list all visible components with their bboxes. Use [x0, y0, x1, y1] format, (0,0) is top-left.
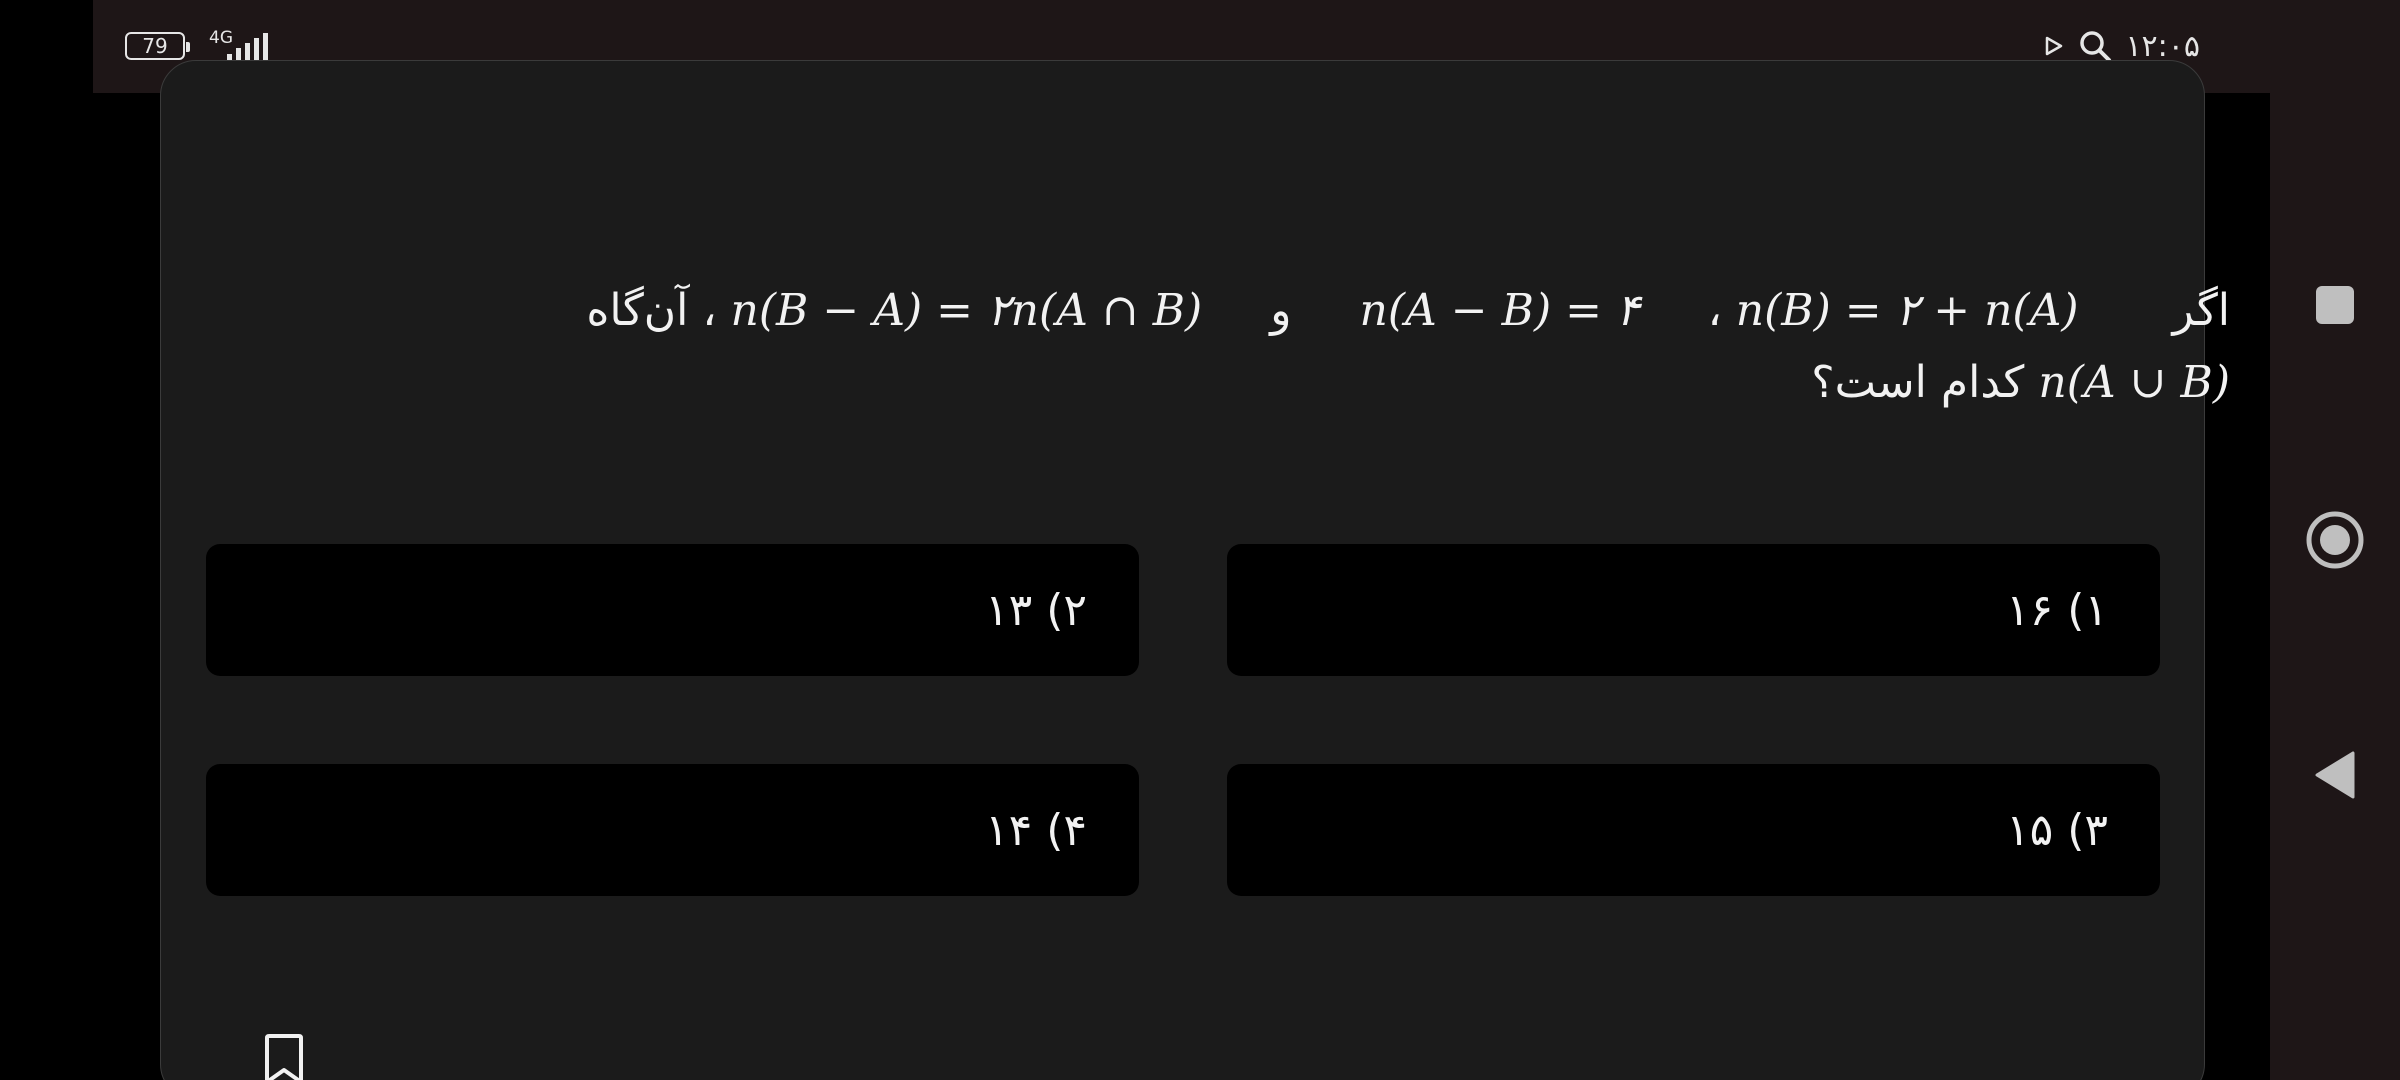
comma-2: ، — [702, 285, 717, 336]
word-then: آن‌گاه — [586, 285, 689, 336]
screen: 79 4G ۱۲:۰۵ اگر n(B) = ۲ + n(A) ، n(A − … — [0, 0, 2400, 1080]
home-icon — [2306, 511, 2364, 569]
recent-apps-button[interactable] — [2270, 255, 2400, 355]
word-and: و — [1270, 285, 1292, 336]
search-icon[interactable] — [2077, 28, 2113, 64]
option-2[interactable]: ۲) ۱۳ — [206, 544, 1139, 676]
battery-level: 79 — [142, 34, 168, 58]
back-button[interactable] — [2270, 725, 2400, 825]
battery-icon: 79 — [125, 32, 185, 60]
battery-tip — [186, 42, 190, 52]
expr-nb: n(B) = ۲ + n(A) — [1735, 285, 2079, 336]
recent-apps-icon — [2316, 286, 2354, 324]
comma-1: ، — [1707, 285, 1722, 336]
expr-nba: n(B − A) = ۲n(A ∩ B) — [730, 285, 1203, 336]
option-4-label: ۴) ۱۴ — [984, 804, 1087, 856]
question-line-1: اگر n(B) = ۲ + n(A) ، n(A − B) = ۴ و n(B… — [586, 275, 2230, 347]
expr-union: n(A ∪ B) — [2038, 357, 2230, 408]
expr-nab: n(A − B) = ۴ — [1359, 285, 1640, 336]
home-button[interactable] — [2270, 490, 2400, 590]
option-1[interactable]: ۱) ۱۶ — [1227, 544, 2160, 676]
signal-icon — [227, 33, 268, 62]
word-if: اگر — [2172, 285, 2230, 336]
back-icon — [2315, 751, 2355, 799]
play-store-icon — [2046, 36, 2063, 56]
clock: ۱۲:۰۵ — [2125, 28, 2200, 64]
option-2-label: ۲) ۱۳ — [984, 584, 1087, 636]
question-tail: کدام است؟ — [1811, 357, 2025, 408]
option-4[interactable]: ۴) ۱۴ — [206, 764, 1139, 896]
question-text: اگر n(B) = ۲ + n(A) ، n(A − B) = ۴ و n(B… — [586, 275, 2230, 419]
option-1-label: ۱) ۱۶ — [2005, 584, 2108, 636]
option-3[interactable]: ۳) ۱۵ — [1227, 764, 2160, 896]
question-line-2: n(A ∪ B) کدام است؟ — [586, 347, 2230, 419]
navigation-bar — [2270, 0, 2400, 1080]
option-3-label: ۳) ۱۵ — [2005, 804, 2108, 856]
bookmark-icon[interactable] — [262, 1034, 306, 1080]
